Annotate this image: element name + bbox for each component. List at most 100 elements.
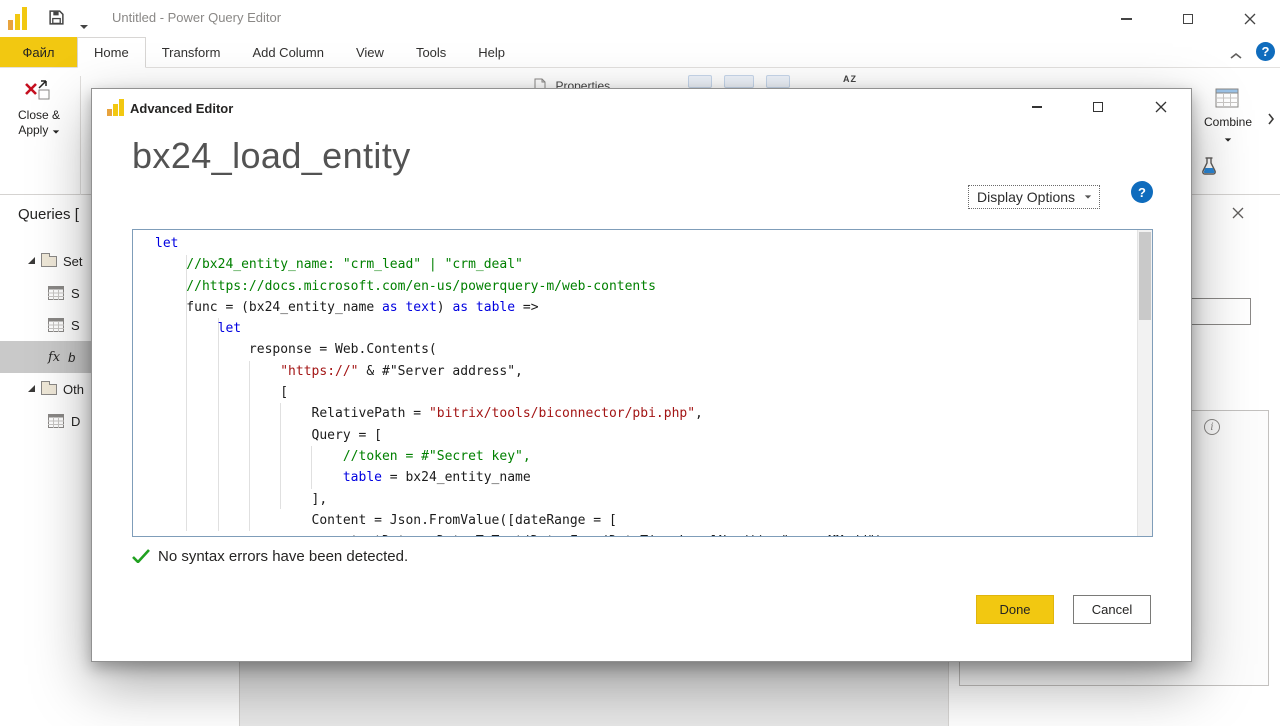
query-name-heading: bx24_load_entity xyxy=(132,135,411,177)
tab-add-column[interactable]: Add Column xyxy=(236,37,340,67)
ribbon-button-fragment xyxy=(766,75,790,88)
ribbon-help-button[interactable]: ? xyxy=(1256,42,1275,61)
maximize-button[interactable] xyxy=(1165,0,1211,37)
maximize-icon xyxy=(1183,14,1193,24)
query-group-label: Oth xyxy=(63,382,84,397)
info-icon: i xyxy=(1204,419,1220,435)
code-line: response = Web.Contents( xyxy=(155,339,1137,360)
tab-home[interactable]: Home xyxy=(77,37,146,68)
query-group-label: Set xyxy=(63,254,83,269)
sort-az-icon: AZ xyxy=(843,74,857,84)
close-icon xyxy=(1232,207,1244,219)
window-title: Untitled - Power Query Editor xyxy=(112,10,281,25)
code-line: [ xyxy=(155,382,1137,403)
dialog-help-button[interactable]: ? xyxy=(1131,181,1153,203)
code-line: RelativePath = "bitrix/tools/biconnector… xyxy=(155,403,1137,424)
tab-view[interactable]: View xyxy=(340,37,400,67)
combine-label: Combine xyxy=(1197,115,1259,129)
chevron-down-icon xyxy=(1085,195,1091,198)
table-icon xyxy=(48,318,64,332)
display-options-dropdown[interactable]: Display Options xyxy=(968,185,1100,209)
code-line: Query = [ xyxy=(155,425,1137,446)
close-icon xyxy=(1244,13,1256,25)
dialog-title: Advanced Editor xyxy=(130,101,233,116)
indent-guide xyxy=(218,318,219,531)
function-icon: fx xyxy=(48,350,60,365)
check-icon xyxy=(132,549,150,563)
tab-help[interactable]: Help xyxy=(462,37,521,67)
code-line: let xyxy=(155,233,1137,254)
ribbon-button-fragment xyxy=(688,75,712,88)
maximize-icon xyxy=(1093,102,1103,112)
pane-close-button[interactable] xyxy=(1232,206,1244,224)
ribbon-more-button[interactable] xyxy=(1267,112,1275,130)
code-line: //token = #"Secret key", xyxy=(155,446,1137,467)
cancel-button[interactable]: Cancel xyxy=(1073,595,1151,624)
code-editor[interactable]: let //bx24_entity_name: "crm_lead" | "cr… xyxy=(132,229,1153,537)
code-line: //https://docs.microsoft.com/en-us/power… xyxy=(155,276,1137,297)
chevron-down-icon xyxy=(52,130,58,133)
save-button[interactable] xyxy=(48,9,65,31)
question-mark-icon: ? xyxy=(1262,44,1270,59)
tab-transform[interactable]: Transform xyxy=(146,37,237,67)
chevron-right-icon xyxy=(1267,113,1275,125)
advanced-editor-icon xyxy=(106,99,123,116)
syntax-status-text: No syntax errors have been detected. xyxy=(158,548,408,565)
query-label: S xyxy=(71,286,80,301)
folder-icon xyxy=(41,256,57,267)
code-content: let //bx24_entity_name: "crm_lead" | "cr… xyxy=(133,230,1137,536)
close-button[interactable] xyxy=(1227,0,1273,37)
expanded-triangle-icon xyxy=(28,257,35,264)
dialog-minimize-button[interactable] xyxy=(1022,93,1052,121)
table-icon xyxy=(48,414,64,428)
indent-guide xyxy=(280,403,281,509)
scrollbar-thumb[interactable] xyxy=(1139,232,1151,320)
close-and-apply-button[interactable]: Close & Apply xyxy=(6,76,72,138)
code-line: "https://" & #"Server address", xyxy=(155,361,1137,382)
chevron-down-icon xyxy=(1225,138,1231,141)
chevron-down-icon xyxy=(80,25,88,29)
minimize-icon xyxy=(1121,18,1132,20)
code-line: let xyxy=(155,318,1137,339)
close-icon xyxy=(1155,101,1167,113)
app-titlebar: Untitled - Power Query Editor xyxy=(0,0,1280,37)
combine-button[interactable]: Combine xyxy=(1197,86,1259,147)
query-label: S xyxy=(71,318,80,333)
quick-access-dropdown[interactable] xyxy=(80,16,88,34)
lab-flask-icon[interactable] xyxy=(1201,156,1217,181)
close-apply-label-1: Close & xyxy=(6,108,72,123)
indent-guide xyxy=(186,255,187,531)
collapse-ribbon-button[interactable] xyxy=(1229,47,1243,65)
display-options-label: Display Options xyxy=(977,189,1075,205)
tab-tools[interactable]: Tools xyxy=(400,37,462,67)
close-apply-icon xyxy=(6,76,72,108)
code-line: func = (bx24_entity_name as text) as tab… xyxy=(155,297,1137,318)
question-mark-icon: ? xyxy=(1138,185,1146,200)
indent-guide xyxy=(249,361,250,531)
query-label: D xyxy=(71,414,80,429)
minimize-button[interactable] xyxy=(1103,0,1149,37)
dialog-close-button[interactable] xyxy=(1146,93,1176,121)
code-line: startDate = Date.ToText(Date.From(DateTi… xyxy=(155,531,1137,536)
code-line: Content = Json.FromValue([dateRange = [ xyxy=(155,510,1137,531)
done-button[interactable]: Done xyxy=(976,595,1054,624)
code-line: ], xyxy=(155,489,1137,510)
powerbi-logo-icon xyxy=(7,7,31,30)
queries-pane-title: Queries [ xyxy=(18,206,79,223)
query-label: b xyxy=(68,350,75,365)
tab-file[interactable]: Файл xyxy=(0,37,77,67)
vertical-scrollbar[interactable] xyxy=(1137,230,1152,536)
advanced-editor-dialog: Advanced Editor bx24_load_entity Display… xyxy=(91,88,1192,662)
ribbon-tab-bar: Файл Home Transform Add Column View Tool… xyxy=(0,37,1280,68)
ribbon-button-fragment xyxy=(724,75,754,88)
folder-icon xyxy=(41,384,57,395)
expanded-triangle-icon xyxy=(28,385,35,392)
chevron-up-icon xyxy=(1229,52,1243,60)
minimize-icon xyxy=(1032,106,1042,108)
dialog-maximize-button[interactable] xyxy=(1083,93,1113,121)
code-line: table = bx24_entity_name xyxy=(155,467,1137,488)
code-line: //bx24_entity_name: "crm_lead" | "crm_de… xyxy=(155,254,1137,275)
close-apply-label-2: Apply xyxy=(18,123,48,137)
combine-table-icon xyxy=(1215,86,1241,110)
table-icon xyxy=(48,286,64,300)
